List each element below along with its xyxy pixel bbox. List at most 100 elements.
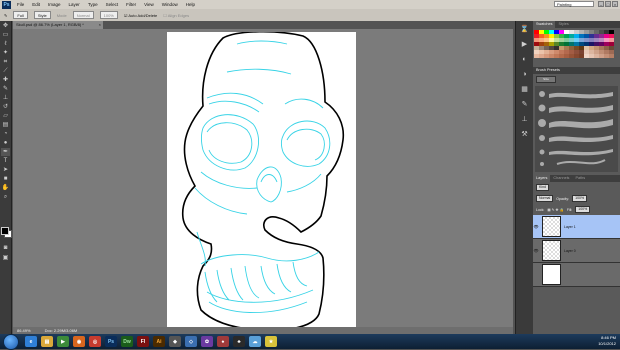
canvas-area[interactable] — [13, 29, 513, 332]
layer-thumbnail — [542, 264, 561, 285]
align-edges-checkbox[interactable]: ☐ Align Edges — [163, 13, 189, 18]
blur-tool-icon[interactable]: ◔ — [1, 130, 10, 138]
internet-explorer-icon[interactable]: e — [25, 336, 37, 347]
zoom-tool-icon[interactable]: ⌕ — [1, 193, 10, 201]
color-panel-icon[interactable]: ◐ — [517, 54, 532, 66]
document-canvas[interactable] — [167, 30, 356, 332]
file-explorer-icon[interactable]: ▤ — [41, 336, 53, 347]
visibility-eye-icon[interactable]: 👁 — [533, 248, 539, 253]
maximize-icon[interactable]: □ — [605, 1, 611, 7]
blend-mode-select[interactable]: Normal — [536, 195, 554, 202]
color-swatch[interactable] — [609, 54, 614, 58]
app-icon-14[interactable]: ☁ — [249, 336, 261, 347]
menu-layer[interactable]: Layer — [65, 2, 84, 7]
dodge-tool-icon[interactable]: ● — [1, 139, 10, 147]
marquee-tool-icon[interactable]: ▭ — [1, 31, 10, 39]
layers-panel-tabs: Layers Channels Paths — [533, 175, 620, 182]
layer-kind-filter[interactable]: Kind — [536, 184, 550, 191]
eyedropper-tool-icon[interactable]: ⟋ — [1, 67, 10, 75]
menu-edit[interactable]: Edit — [28, 2, 44, 7]
path-selection-tool-icon[interactable]: ➤ — [1, 166, 10, 174]
brush-presets-list[interactable] — [535, 86, 618, 172]
screen-mode-icon[interactable]: ▣ — [1, 254, 10, 262]
tool-preset-icon[interactable]: ✎ — [4, 13, 7, 18]
media-player-icon[interactable]: ▶ — [57, 336, 69, 347]
layer-fill-field[interactable]: 100% — [575, 206, 591, 213]
shape-tool-icon[interactable]: ■ — [1, 175, 10, 183]
illustrator-icon[interactable]: Ai — [153, 336, 165, 347]
tab-paths[interactable]: Paths — [572, 175, 588, 182]
app-icon-15[interactable]: ★ — [265, 336, 277, 347]
swatches-grid[interactable] — [534, 30, 619, 58]
history-brush-tool-icon[interactable]: ↺ — [1, 103, 10, 111]
type-tool-icon[interactable]: T — [1, 157, 10, 165]
app-icon-13[interactable]: ♣ — [233, 336, 245, 347]
healing-brush-tool-icon[interactable]: ✚ — [1, 76, 10, 84]
close-icon[interactable]: × — [612, 1, 618, 7]
visibility-eye-icon[interactable]: 👁 — [533, 224, 539, 229]
document-close-icon[interactable]: × — [99, 21, 101, 29]
move-tool-icon[interactable]: ✥ — [1, 22, 10, 30]
layer-row-background[interactable] — [533, 263, 620, 287]
layer-row-layer-1[interactable]: 👁 Layer 1 — [533, 215, 620, 239]
start-button[interactable] — [3, 333, 19, 350]
gradient-tool-icon[interactable]: ▤ — [1, 121, 10, 129]
brush-tool-icon[interactable]: ✎ — [1, 85, 10, 93]
layer-opacity-field[interactable]: 100% — [572, 195, 588, 202]
skull-artwork — [181, 30, 345, 332]
tab-styles[interactable]: Styles — [555, 21, 571, 28]
dreamweaver-icon[interactable]: Dw — [121, 336, 133, 347]
firefox-icon[interactable]: ◉ — [73, 336, 85, 347]
zoom-readout[interactable]: 86.49% — [17, 327, 31, 334]
app-icon-10[interactable]: ◇ — [185, 336, 197, 347]
skull-outline — [181, 30, 345, 332]
brush-size-control[interactable]: Size — [536, 76, 556, 83]
menu-window[interactable]: Window — [158, 2, 182, 7]
clone-source-panel-icon[interactable]: ⊥ — [517, 114, 532, 126]
workspace-select[interactable]: Painting — [554, 1, 594, 7]
brush-panel-icon[interactable]: ✎ — [517, 99, 532, 111]
app-icon-11[interactable]: ✿ — [201, 336, 213, 347]
document-tab[interactable]: Skull.psd @ 86.7% (Layer 1, RGB/8) * × — [13, 21, 103, 29]
layer-row-layer-0[interactable]: 👁 Layer 0 — [533, 239, 620, 263]
pen-tool-icon[interactable]: ✒ — [1, 148, 10, 156]
brush-stroke-4 — [549, 135, 613, 142]
hand-tool-icon[interactable]: ✋ — [1, 184, 10, 192]
lock-icons[interactable]: ▦ ✎ ✥ 🔒 — [547, 208, 563, 212]
app-icon-9[interactable]: ◆ — [169, 336, 181, 347]
menu-filter[interactable]: Filter — [122, 2, 140, 7]
tool-size-field[interactable]: Full — [13, 11, 28, 19]
foreground-color-swatch[interactable] — [1, 227, 9, 235]
adjustments-panel-icon[interactable]: ◑ — [517, 69, 532, 81]
actions-panel-icon[interactable]: ▶ — [517, 39, 532, 51]
tab-layers[interactable]: Layers — [533, 175, 551, 182]
opacity-field[interactable]: 100% — [99, 11, 118, 19]
tab-swatches[interactable]: Swatches — [533, 21, 556, 28]
tool-presets-panel-icon[interactable]: ⚒ — [517, 129, 532, 141]
clone-stamp-tool-icon[interactable]: ⊥ — [1, 94, 10, 102]
quick-select-tool-icon[interactable]: ✦ — [1, 49, 10, 57]
menu-file[interactable]: File — [13, 2, 28, 7]
menu-view[interactable]: View — [140, 2, 158, 7]
chrome-icon[interactable]: ◎ — [89, 336, 101, 347]
photoshop-taskbar-icon[interactable]: Ps — [105, 336, 117, 347]
styles-panel-icon[interactable]: ▦ — [517, 84, 532, 96]
system-tray-clock[interactable]: 8:46 PM 10/1/2012 — [598, 335, 616, 347]
crop-tool-icon[interactable]: ⌗ — [1, 58, 10, 66]
history-panel-icon[interactable]: ⌛ — [517, 24, 532, 36]
tab-channels[interactable]: Channels — [550, 175, 572, 182]
menu-help[interactable]: Help — [182, 2, 199, 7]
menu-image[interactable]: Image — [44, 2, 65, 7]
menu-type[interactable]: Type — [84, 2, 102, 7]
mode-select[interactable]: Normal — [72, 11, 94, 19]
auto-add-delete-checkbox[interactable]: ☑ Auto Add/Delete — [124, 13, 157, 18]
minimize-icon[interactable]: – — [598, 1, 604, 7]
app-icon-12[interactable]: ♠ — [217, 336, 229, 347]
lasso-tool-icon[interactable]: ℓ — [1, 40, 10, 48]
menu-select[interactable]: Select — [102, 2, 123, 7]
eraser-tool-icon[interactable]: ▱ — [1, 112, 10, 120]
style-select[interactable]: Style — [33, 11, 51, 19]
right-panels: Swatches Styles Brush Presets Size Layer… — [533, 21, 620, 334]
quick-mask-icon[interactable]: ◙ — [1, 244, 10, 252]
flash-icon[interactable]: Fl — [137, 336, 149, 347]
